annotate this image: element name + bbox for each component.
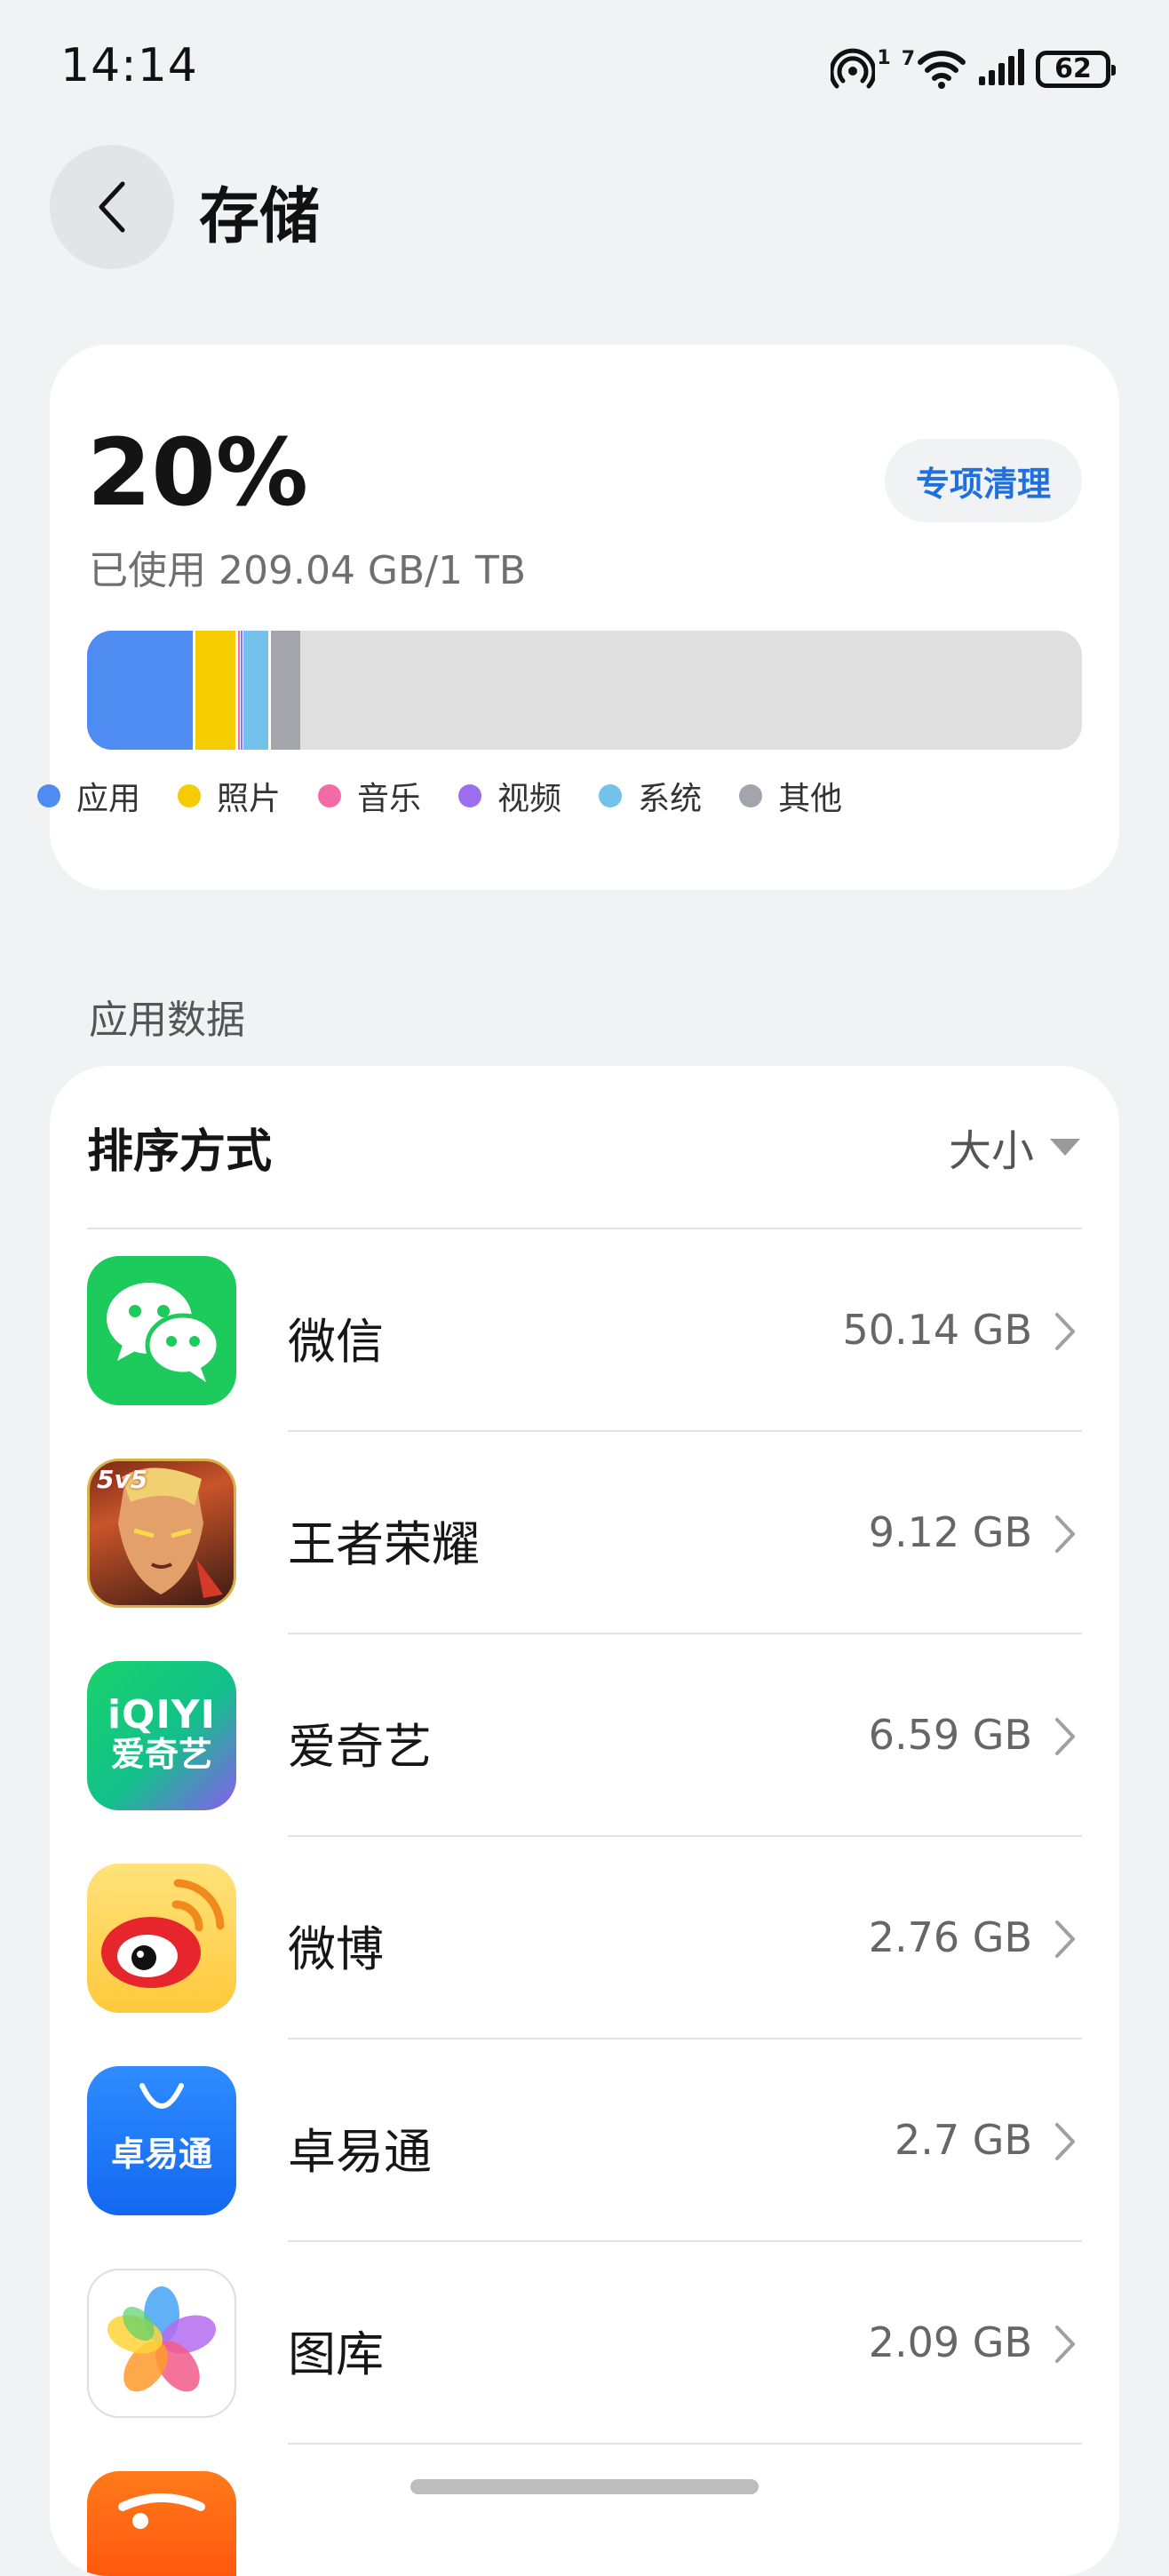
dropdown-triangle-icon bbox=[1050, 1139, 1080, 1156]
usage-segment-photos bbox=[195, 631, 238, 750]
legend-item-apps: 应用 bbox=[37, 773, 140, 819]
legend-item-video: 视频 bbox=[458, 773, 561, 819]
app-row-wechat[interactable]: 微信 50.14 GB bbox=[50, 1229, 1119, 1432]
legend-label: 系统 bbox=[638, 781, 703, 817]
app-data-card: 排序方式 大小 微信 50.14 GB 5v5 王者荣耀 9.12 GB iQI… bbox=[50, 1066, 1119, 2576]
legend-dot bbox=[599, 784, 623, 807]
hotspot-count: 1 bbox=[877, 47, 891, 69]
app-row-partial[interactable] bbox=[50, 2445, 1119, 2576]
shopping-bag-icon bbox=[139, 2083, 184, 2109]
gallery-icon bbox=[87, 2269, 236, 2418]
legend-item-music: 音乐 bbox=[318, 773, 421, 819]
legend-item-system: 系统 bbox=[599, 773, 702, 819]
storage-usage-bar bbox=[87, 631, 1082, 750]
legend-dot bbox=[739, 784, 763, 807]
battery-level: 62 bbox=[1054, 53, 1092, 84]
app-row-iqiyi[interactable]: iQIYI 爱奇艺 爱奇艺 6.59 GB bbox=[50, 1634, 1119, 1837]
legend-dot bbox=[178, 784, 202, 807]
status-icons: 1 7 62 bbox=[820, 44, 1116, 94]
usage-detail: 已使用 209.04 GB/1 TB bbox=[89, 548, 527, 593]
usage-segment-system bbox=[243, 631, 271, 750]
status-time: 14:14 bbox=[60, 39, 198, 92]
usage-segment-apps bbox=[87, 631, 195, 750]
page-title: 存储 bbox=[199, 182, 321, 252]
chevron-left-icon bbox=[99, 181, 125, 233]
legend-dot bbox=[318, 784, 342, 807]
legend-label: 其他 bbox=[778, 781, 843, 817]
app-size: 2.7 GB bbox=[895, 2116, 1032, 2164]
game-badge: 5v5 bbox=[97, 1465, 148, 1494]
back-button[interactable] bbox=[50, 145, 174, 269]
chevron-right-icon bbox=[1055, 1920, 1075, 1958]
app-size: 9.12 GB bbox=[868, 1508, 1032, 1556]
app-size: 6.59 GB bbox=[868, 1711, 1032, 1759]
section-title-app-data: 应用数据 bbox=[89, 998, 245, 1043]
chevron-right-icon bbox=[1055, 1515, 1075, 1553]
app-row-weibo[interactable]: 微博 2.76 GB bbox=[50, 1837, 1119, 2039]
legend-item-other: 其他 bbox=[739, 773, 842, 819]
app-size: 2.76 GB bbox=[868, 1913, 1032, 1961]
sort-dropdown[interactable]: 大小 bbox=[949, 1116, 1082, 1178]
chevron-right-icon bbox=[1055, 2326, 1075, 2363]
sort-row[interactable]: 排序方式 大小 bbox=[87, 1066, 1082, 1229]
chevron-right-icon bbox=[1055, 2123, 1075, 2160]
weibo-icon bbox=[87, 1864, 236, 2013]
usage-percent: 20% bbox=[87, 418, 308, 527]
app-name: 微信 bbox=[288, 1314, 384, 1370]
chevron-right-icon bbox=[1055, 1718, 1075, 1755]
zhuoyitong-icon: 卓易通 bbox=[87, 2066, 236, 2215]
sort-label: 排序方式 bbox=[87, 1125, 273, 1179]
legend-item-photos: 照片 bbox=[178, 773, 281, 819]
app-name: 卓易通 bbox=[288, 2124, 432, 2180]
app-size: 50.14 GB bbox=[842, 1306, 1032, 1354]
taobao-icon bbox=[87, 2471, 236, 2576]
usage-segment-other bbox=[271, 631, 300, 750]
legend-label: 视频 bbox=[497, 781, 562, 817]
cellular-signal-icon bbox=[977, 48, 1025, 91]
wifi-icon: 7 bbox=[902, 48, 966, 91]
zhuoyitong-logo-text: 卓易通 bbox=[110, 2135, 212, 2174]
hotspot-icon: 1 bbox=[831, 47, 891, 91]
legend-label: 应用 bbox=[76, 781, 141, 817]
wechat-icon bbox=[87, 1256, 236, 1405]
legend-label: 照片 bbox=[217, 781, 282, 817]
battery-icon: 62 bbox=[1036, 51, 1116, 88]
legend-dot bbox=[37, 784, 60, 807]
iqiyi-logo-text: iQIYI bbox=[107, 1692, 217, 1738]
usage-legend: 应用 照片 音乐 视频 系统 其他 bbox=[37, 773, 879, 819]
app-name: 图库 bbox=[288, 2326, 384, 2382]
app-name: 王者荣耀 bbox=[288, 1516, 480, 1572]
legend-dot bbox=[458, 784, 482, 807]
app-size: 2.09 GB bbox=[868, 2318, 1032, 2366]
sort-value: 大小 bbox=[948, 1126, 1034, 1176]
app-row-honor-of-kings[interactable]: 5v5 王者荣耀 9.12 GB bbox=[50, 1432, 1119, 1634]
iqiyi-icon: iQIYI 爱奇艺 bbox=[87, 1661, 236, 1810]
special-clean-button[interactable]: 专项清理 bbox=[885, 439, 1082, 522]
honor-of-kings-icon: 5v5 bbox=[87, 1459, 236, 1608]
app-row-zhuoyitong[interactable]: 卓易通 卓易通 2.7 GB bbox=[50, 2039, 1119, 2242]
iqiyi-logo-subtext: 爱奇艺 bbox=[110, 1735, 212, 1775]
app-name: 微博 bbox=[288, 1921, 384, 1977]
legend-label: 音乐 bbox=[357, 781, 422, 817]
home-indicator[interactable] bbox=[410, 2479, 759, 2494]
chevron-right-icon bbox=[1055, 1313, 1075, 1350]
wifi-badge: 7 bbox=[901, 48, 915, 70]
status-bar: 14:14 1 7 62 bbox=[0, 0, 1169, 133]
app-name: 爱奇艺 bbox=[288, 1719, 432, 1775]
app-row-gallery[interactable]: 图库 2.09 GB bbox=[50, 2242, 1119, 2445]
